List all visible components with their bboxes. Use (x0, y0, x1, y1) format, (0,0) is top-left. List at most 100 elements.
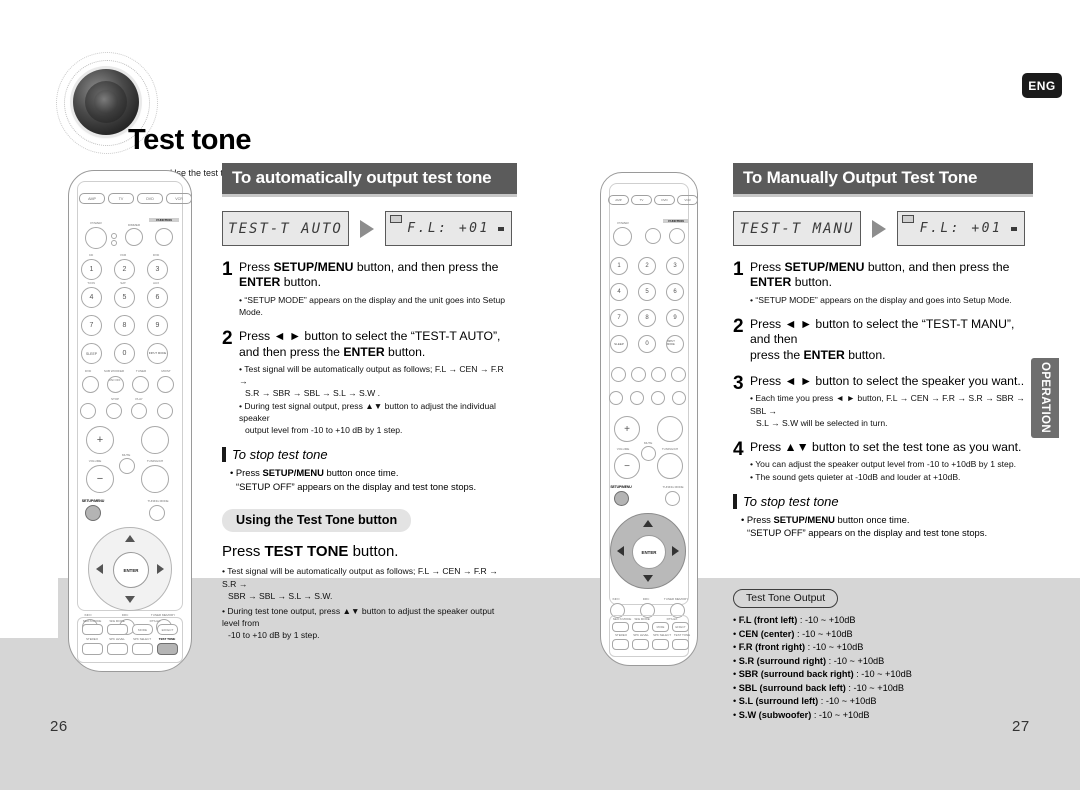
number-button-6[interactable]: 6 (666, 283, 684, 301)
effect-button[interactable]: EFFECT (157, 624, 178, 635)
dpad-down-icon[interactable] (643, 575, 653, 582)
device-button-vcr[interactable]: VCR (166, 193, 192, 204)
tuning-down-button[interactable] (657, 453, 683, 479)
play-pause-button[interactable] (651, 391, 665, 405)
function-button[interactable] (669, 228, 685, 244)
volume-up-button[interactable]: + (86, 426, 114, 454)
function-button[interactable] (155, 228, 173, 246)
tuning-mode-button[interactable] (665, 491, 680, 506)
power-button[interactable] (85, 227, 107, 249)
number-button-7[interactable]: 7 (610, 309, 628, 327)
step-text-pre: Press ◄ ► button to select the “TEST-T A… (239, 329, 501, 344)
sfe-mode-button[interactable] (632, 622, 649, 632)
stereo-button[interactable] (612, 639, 629, 650)
dvd-button[interactable] (82, 376, 99, 393)
enter-button[interactable]: ENTER (632, 535, 666, 569)
input-mode-button[interactable]: INPUT MODE (147, 343, 168, 364)
device-button-amp[interactable]: AMP (79, 193, 105, 204)
play-pause-button[interactable] (131, 403, 147, 419)
tuner-button[interactable] (132, 376, 149, 393)
effect-button[interactable]: EFFECT (672, 622, 689, 632)
volume-up-button[interactable]: + (614, 416, 640, 442)
device-button-amp[interactable]: AMP (608, 195, 629, 205)
mode-button[interactable]: MODE (132, 624, 153, 635)
dpad-left-icon[interactable] (96, 564, 103, 574)
number-button-8[interactable]: 8 (638, 309, 656, 327)
input-mode-button[interactable]: INPUT MODE (666, 335, 684, 353)
setup-menu-button[interactable] (85, 505, 101, 521)
stop-button[interactable] (106, 403, 122, 419)
number-button-5[interactable]: 5 (114, 287, 135, 308)
spk-level-button[interactable] (632, 639, 649, 650)
tuning-down-button[interactable] (141, 465, 169, 493)
power-button[interactable] (613, 227, 632, 246)
number-button-2[interactable]: 2 (114, 259, 135, 280)
dpad-down-icon[interactable] (125, 596, 135, 603)
prev-track-button[interactable] (80, 403, 96, 419)
number-button-9[interactable]: 9 (666, 309, 684, 327)
device-button-tv[interactable]: TV (631, 195, 652, 205)
neo6-mode-button[interactable] (612, 622, 629, 632)
dpad-right-icon[interactable] (672, 546, 679, 556)
tuner-button[interactable] (651, 367, 666, 382)
device-button-vcr[interactable]: VCR (677, 195, 698, 205)
subwoofer-button[interactable] (631, 367, 646, 382)
device-button-dvd[interactable]: DVD (654, 195, 675, 205)
dpad-right-icon[interactable] (157, 564, 164, 574)
device-button-tv[interactable]: TV (108, 193, 134, 204)
sleep-button[interactable]: SLEEP (81, 343, 102, 364)
mute-button[interactable] (641, 446, 656, 461)
number-button-6[interactable]: 6 (147, 287, 168, 308)
dvd-button[interactable] (611, 367, 626, 382)
number-button-3[interactable]: 3 (666, 257, 684, 275)
setup-menu-button[interactable] (614, 491, 629, 506)
neo6-mode-label: NEO:6 MODE (612, 617, 632, 621)
test-tone-button[interactable] (672, 639, 689, 650)
tuning-up-button[interactable] (141, 426, 169, 454)
dimmer-button[interactable] (125, 228, 143, 246)
step-number: 1 (733, 259, 744, 280)
volume-down-button[interactable]: − (614, 453, 640, 479)
tuning-up-button[interactable] (657, 416, 683, 442)
number-button-4[interactable]: 4 (610, 283, 628, 301)
number-button-3[interactable]: 3 (147, 259, 168, 280)
spk-select-button[interactable] (652, 639, 669, 650)
mute-button[interactable] (119, 458, 135, 474)
navigation-dpad[interactable]: ENTER (88, 527, 172, 611)
navigation-dpad[interactable]: ENTER (610, 513, 686, 589)
number-button-4[interactable]: 4 (81, 287, 102, 308)
dpad-up-icon[interactable] (643, 520, 653, 527)
volume-down-button[interactable]: − (86, 465, 114, 493)
spk-select-button[interactable] (132, 643, 153, 655)
next-track-button[interactable] (672, 391, 686, 405)
stop-button[interactable] (630, 391, 644, 405)
number-button-0[interactable]: 0 (638, 335, 656, 353)
number-button-0[interactable]: 0 (114, 343, 135, 364)
dpad-up-icon[interactable] (125, 535, 135, 542)
tuning-mode-button[interactable] (149, 505, 165, 521)
dpad-left-icon[interactable] (617, 546, 624, 556)
number-button-1[interactable]: 1 (81, 259, 102, 280)
number-button-1[interactable]: 1 (610, 257, 628, 275)
number-button-5[interactable]: 5 (638, 283, 656, 301)
number-button-7[interactable]: 7 (81, 315, 102, 336)
sfe-mode-button[interactable] (107, 624, 128, 635)
speaker-label: S.R (surround right) (738, 655, 827, 666)
neo6-mode-button[interactable] (82, 624, 103, 635)
test-tone-button[interactable] (157, 643, 178, 655)
prev-track-button[interactable] (609, 391, 623, 405)
mode-button[interactable]: MODE (652, 622, 669, 632)
dimmer-button[interactable] (645, 228, 661, 244)
next-track-button[interactable] (157, 403, 173, 419)
press-bullets: • Test signal will be automatically outp… (222, 565, 512, 641)
number-button-2[interactable]: 2 (638, 257, 656, 275)
number-button-8[interactable]: 8 (114, 315, 135, 336)
number-button-9[interactable]: 9 (147, 315, 168, 336)
spk-level-button[interactable] (107, 643, 128, 655)
most-button[interactable] (157, 376, 174, 393)
enter-button[interactable]: ENTER (113, 552, 149, 588)
device-button-dvd[interactable]: DVD (137, 193, 163, 204)
stereo-button[interactable] (82, 643, 103, 655)
sleep-button[interactable]: SLEEP (610, 335, 628, 353)
most-button[interactable] (671, 367, 686, 382)
